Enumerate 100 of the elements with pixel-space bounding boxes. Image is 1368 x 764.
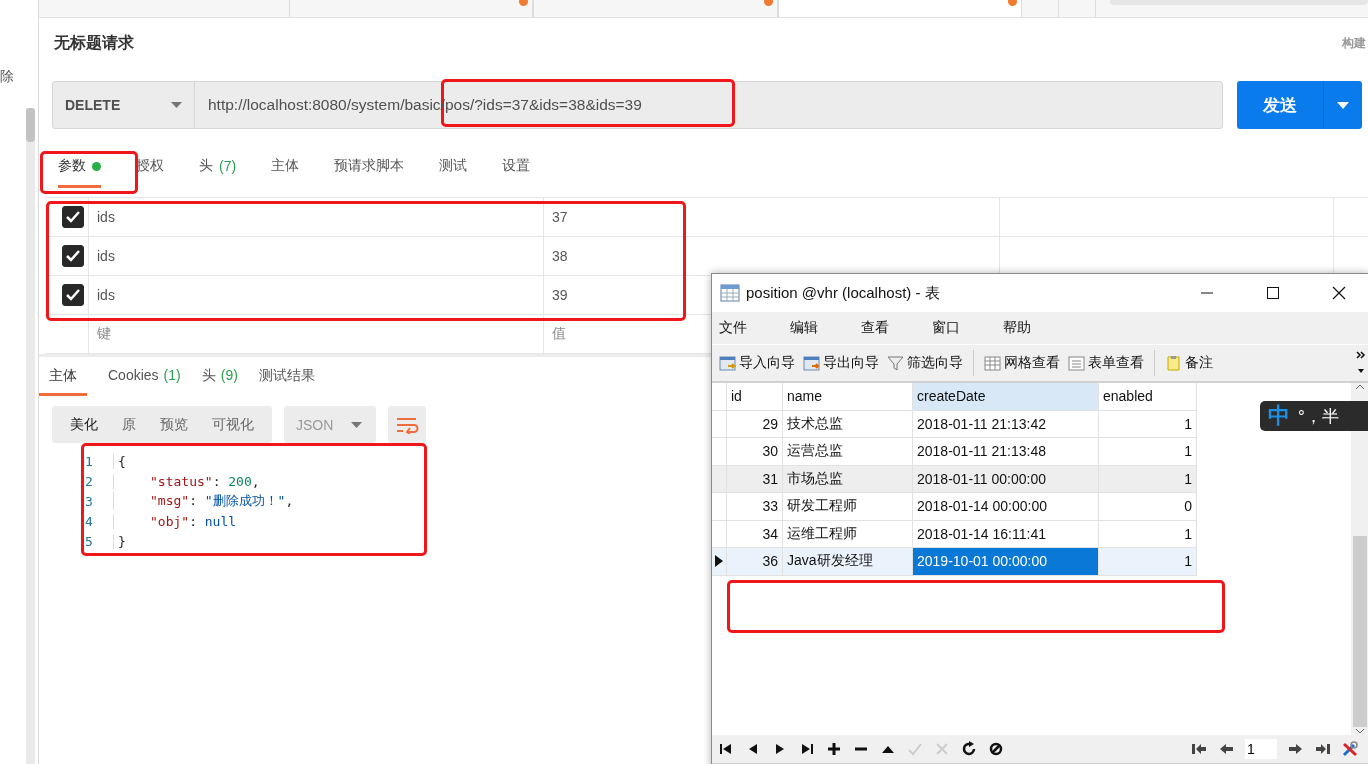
table-cell[interactable]: 31 [727,465,783,493]
checkbox[interactable] [62,206,84,228]
window-title: position @vhr (localhost) - 表 [746,283,941,303]
table-cell[interactable]: 36 [727,548,783,576]
table-cell[interactable]: 技术总监 [783,410,913,438]
table-cell[interactable]: 0 [1099,493,1197,521]
last-page-icon[interactable] [1315,741,1331,757]
unsaved-dot [519,0,529,6]
value-field[interactable]: 值 [544,325,566,343]
page-field[interactable]: 1 [1245,739,1277,759]
code-line: { [113,453,126,469]
wrap-button[interactable] [388,406,426,443]
response-tab[interactable]: 头 (9) [201,365,238,396]
caret-icon[interactable] [1337,101,1349,109]
param-key[interactable]: ids [97,248,115,264]
table-cell[interactable]: Java研发经理 [783,548,913,576]
scrollbar[interactable] [26,108,35,764]
form-icon [1068,354,1085,372]
add-record-icon[interactable] [826,741,842,757]
first-record-icon[interactable] [718,741,734,757]
close-icon[interactable] [1332,286,1346,300]
menu-item[interactable]: 编辑 [783,319,842,337]
request-tab[interactable]: 预请求脚本 [334,155,405,188]
format-button[interactable]: 美化 [58,406,110,443]
menu-item[interactable]: 查看 [854,319,913,337]
maximize-icon[interactable] [1266,286,1280,300]
table-cell[interactable]: 2018-01-11 21:13:48 [913,438,1099,466]
table-cell[interactable]: 29 [727,410,783,438]
menu-item[interactable]: 帮助 [996,319,1055,337]
checkmark-icon[interactable] [907,741,923,757]
toolbar-button[interactable]: 导入向导 [717,354,797,372]
table-cell[interactable]: 1 [1099,548,1197,576]
menu-item[interactable]: 窗口 [925,319,984,337]
table-cell[interactable]: 2019-10-01 00:00:00 [913,548,1099,576]
tools-icon[interactable] [1342,741,1358,757]
next-page-icon[interactable] [1288,741,1304,757]
checkmark-icon [66,211,80,223]
toolbar-button[interactable]: 网格查看 [982,354,1062,372]
row-selector[interactable] [712,548,727,576]
table-cell[interactable]: 1 [1099,410,1197,438]
table-cell[interactable]: 1 [1099,465,1197,493]
sidebar-item[interactable]: 除 [0,68,16,88]
checkbox[interactable] [62,245,84,267]
table-cell[interactable]: 2018-01-14 00:00:00 [913,493,1099,521]
response-tab[interactable]: 主体 [39,365,87,396]
code-line: "status": 200, [113,473,260,489]
caret-icon [351,421,362,428]
request-tab[interactable]: 参数 [58,155,101,188]
grid-icon [984,354,1001,372]
param-value[interactable]: 37 [552,209,568,225]
param-value[interactable]: 38 [552,248,568,264]
last-record-icon[interactable] [799,741,815,757]
table-cell[interactable]: 市场总监 [783,465,913,493]
line-number: 2 [85,473,94,489]
refresh-icon[interactable] [961,741,977,757]
first-page-icon[interactable] [1191,741,1207,757]
previous-page-icon[interactable] [1218,741,1234,757]
table-cell[interactable]: 运营总监 [783,438,913,466]
table-cell[interactable]: 2018-01-11 00:00:00 [913,465,1099,493]
stop-icon[interactable] [988,741,1004,757]
toolbar-button[interactable]: 导出向导 [801,354,881,372]
response-tab[interactable]: 测试结果 [258,365,315,396]
scroll-down-icon[interactable] [1355,727,1365,735]
line-number: 1 [85,453,94,469]
toolbar-button[interactable]: 表单查看 [1066,354,1146,372]
format-button[interactable]: 可视化 [200,406,266,443]
import-icon [719,354,736,372]
table-cell[interactable]: 研发工程师 [783,493,913,521]
funnel-icon [887,354,904,372]
toolbar-button[interactable]: 筛选向导 [885,354,965,372]
export-icon [803,354,820,372]
ime-indicator: 中 °，半 [1260,401,1368,431]
column-header[interactable]: id [727,383,783,411]
checkmark-icon [66,250,80,262]
response-tab[interactable]: Cookies (1) [108,365,181,396]
param-value[interactable]: 39 [552,287,568,303]
scroll-up-icon[interactable] [1355,383,1365,391]
format-button[interactable]: 预览 [148,406,200,443]
column-header[interactable]: createDate [913,383,1099,411]
table-cell[interactable]: 33 [727,493,783,521]
scrollbar[interactable] [1351,383,1368,735]
code-line: "obj": null [113,513,237,529]
table-cell[interactable]: 30 [727,438,783,466]
request-title: 无标题请求 [54,32,134,53]
param-key[interactable]: ids [97,287,115,303]
wrap-icon [395,415,419,434]
key-field[interactable]: 键 [89,325,111,343]
row-pointer-icon [715,555,723,568]
table-cell[interactable]: 2018-01-11 21:13:42 [913,410,1099,438]
request-tab[interactable]: 设置 [502,155,531,188]
table-cell[interactable]: 1 [1099,438,1197,466]
request-tab[interactable]: 主体 [271,155,300,188]
menu-item[interactable]: 文件 [712,319,771,337]
toolbar-button[interactable]: 备注 [1163,354,1215,372]
format-button[interactable]: 原 [110,406,148,443]
request-tab[interactable]: 头 (7) [199,155,237,188]
checkbox[interactable] [62,284,84,306]
request-tab[interactable]: 测试 [439,155,468,188]
param-key[interactable]: ids [97,209,115,225]
column-header[interactable]: enabled [1099,383,1197,411]
